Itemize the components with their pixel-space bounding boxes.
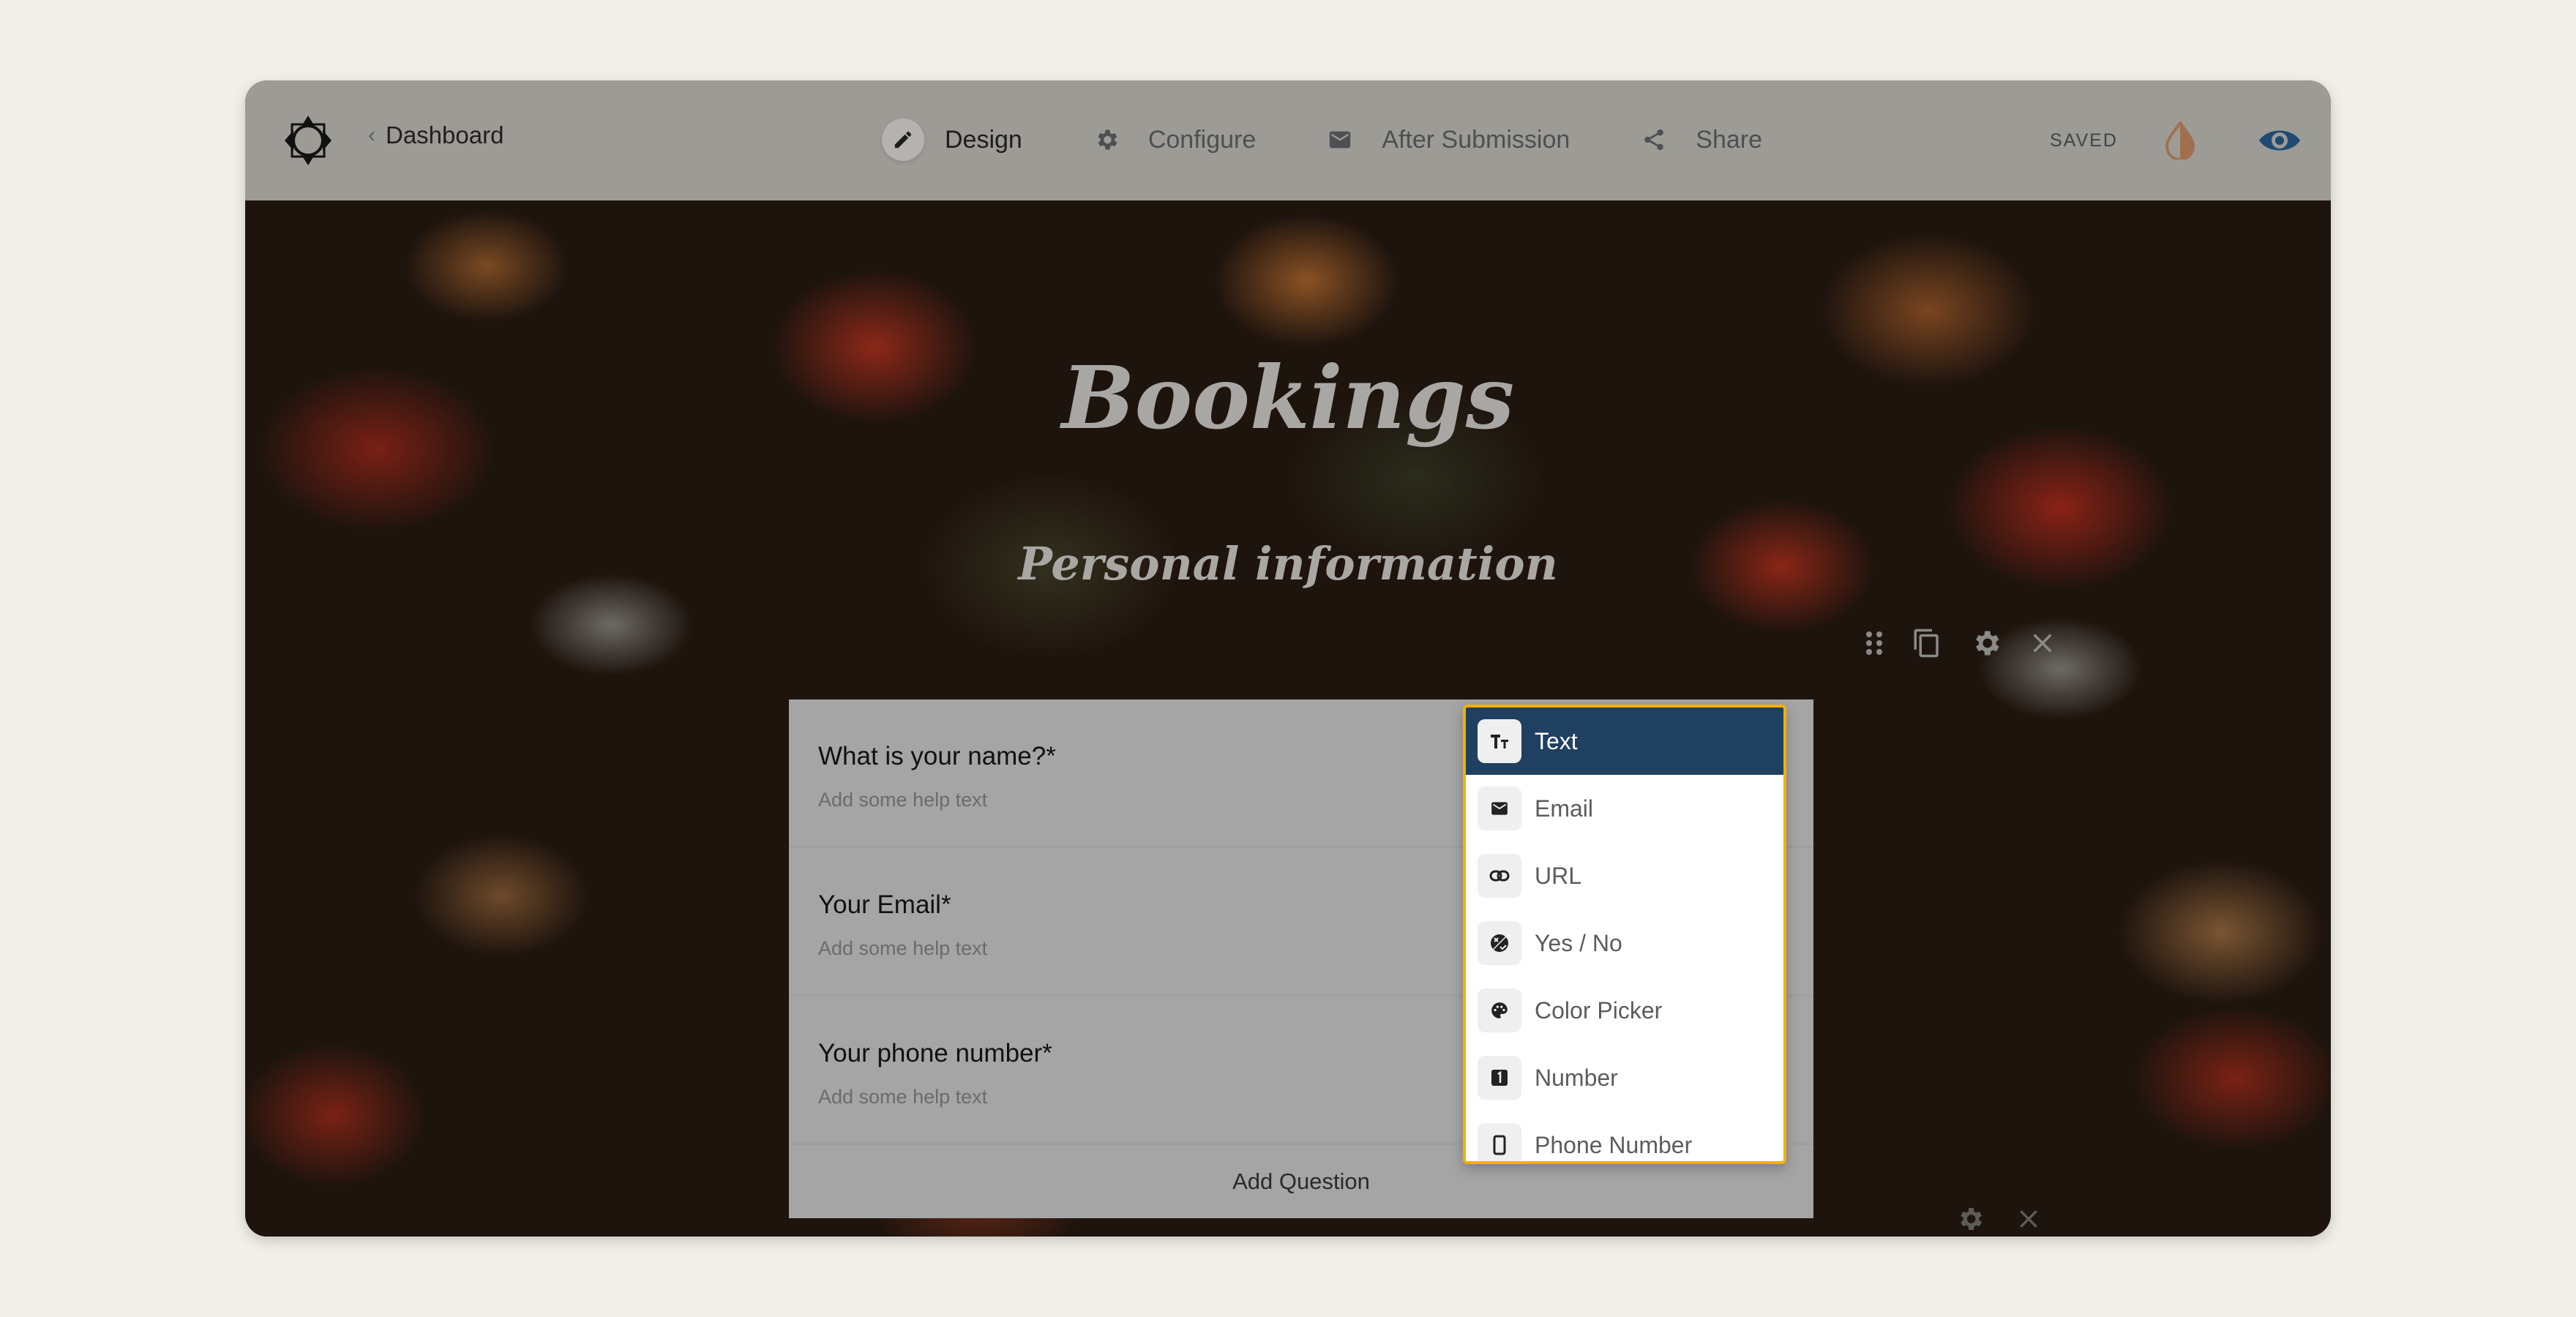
delete-question-close-icon[interactable]	[2030, 631, 2055, 656]
form-canvas: Bookings Personal information What is yo…	[245, 200, 2331, 1237]
type-option-email[interactable]: Email	[1466, 775, 1783, 842]
type-option-color-picker[interactable]: Color Picker	[1466, 977, 1783, 1044]
duplicate-icon[interactable]	[1912, 626, 1942, 660]
tab-share-label: Share	[1696, 125, 1762, 154]
option-label: Text	[1535, 727, 1578, 754]
logo-icon	[285, 116, 332, 165]
app-window: ‹ Dashboard Design Configure After Submi…	[245, 80, 2331, 1237]
link-icon	[1478, 854, 1521, 898]
gear-icon	[1085, 119, 1128, 161]
top-bar: ‹ Dashboard Design Configure After Submi…	[245, 80, 2331, 200]
option-label: URL	[1535, 862, 1582, 889]
section-settings-gear-icon[interactable]	[1955, 1204, 1985, 1237]
question-help-text[interactable]: Add some help text	[818, 937, 987, 960]
question-actions	[1865, 626, 2055, 660]
section-actions	[1955, 1204, 2040, 1237]
yes-no-icon	[1478, 921, 1521, 965]
palette-icon	[1478, 988, 1521, 1032]
theme-drop-icon[interactable]	[2164, 121, 2196, 160]
type-option-phone-number[interactable]: Phone Number	[1466, 1111, 1783, 1161]
tab-after-submission-label: After Submission	[1382, 125, 1570, 154]
text-type-icon	[1478, 719, 1521, 763]
option-label: Yes / No	[1535, 929, 1622, 956]
form-title[interactable]: Bookings	[245, 347, 2331, 449]
mail-icon	[1478, 787, 1521, 830]
question-type-dropdown: Text Email URL Yes / No Color Picker Num…	[1463, 705, 1786, 1164]
tab-design[interactable]: Design	[882, 119, 1022, 161]
type-option-number[interactable]: Number	[1466, 1044, 1783, 1111]
share-icon	[1633, 119, 1675, 161]
section-title[interactable]: Personal information	[245, 537, 2331, 590]
preview-eye-icon[interactable]	[2258, 126, 2302, 155]
chevron-left-icon: ‹	[368, 123, 375, 147]
question-help-text[interactable]: Add some help text	[818, 1086, 987, 1108]
tab-configure-label: Configure	[1147, 125, 1257, 154]
drag-handle-icon[interactable]	[1865, 630, 1884, 656]
save-status: SAVED	[2050, 130, 2118, 151]
option-label: Number	[1535, 1064, 1618, 1091]
question-help-text[interactable]: Add some help text	[818, 789, 987, 811]
pencil-icon	[882, 119, 924, 161]
question-label[interactable]: Your phone number*	[818, 1039, 1052, 1068]
tab-configure[interactable]: Configure	[1085, 119, 1256, 161]
type-option-text[interactable]: Text	[1466, 708, 1783, 775]
main-nav: Design Configure After Submission Share	[882, 119, 1762, 161]
dashboard-label: Dashboard	[386, 121, 504, 149]
question-settings-gear-icon[interactable]	[1970, 627, 2002, 659]
delete-section-close-icon[interactable]	[2017, 1207, 2040, 1234]
option-label: Email	[1535, 795, 1594, 822]
tab-after-submission[interactable]: After Submission	[1319, 119, 1570, 161]
option-label: Color Picker	[1535, 997, 1663, 1024]
phone-icon	[1478, 1123, 1521, 1161]
number-icon	[1478, 1056, 1521, 1100]
question-label[interactable]: Your Email*	[818, 890, 951, 920]
tab-design-label: Design	[945, 125, 1022, 154]
option-label: Phone Number	[1535, 1131, 1693, 1158]
back-to-dashboard-link[interactable]: ‹ Dashboard	[368, 121, 503, 149]
type-option-yes-no[interactable]: Yes / No	[1466, 909, 1783, 977]
type-option-url[interactable]: URL	[1466, 842, 1783, 909]
mail-icon	[1319, 119, 1361, 161]
question-label[interactable]: What is your name?*	[818, 742, 1056, 771]
tab-share[interactable]: Share	[1633, 119, 1762, 161]
